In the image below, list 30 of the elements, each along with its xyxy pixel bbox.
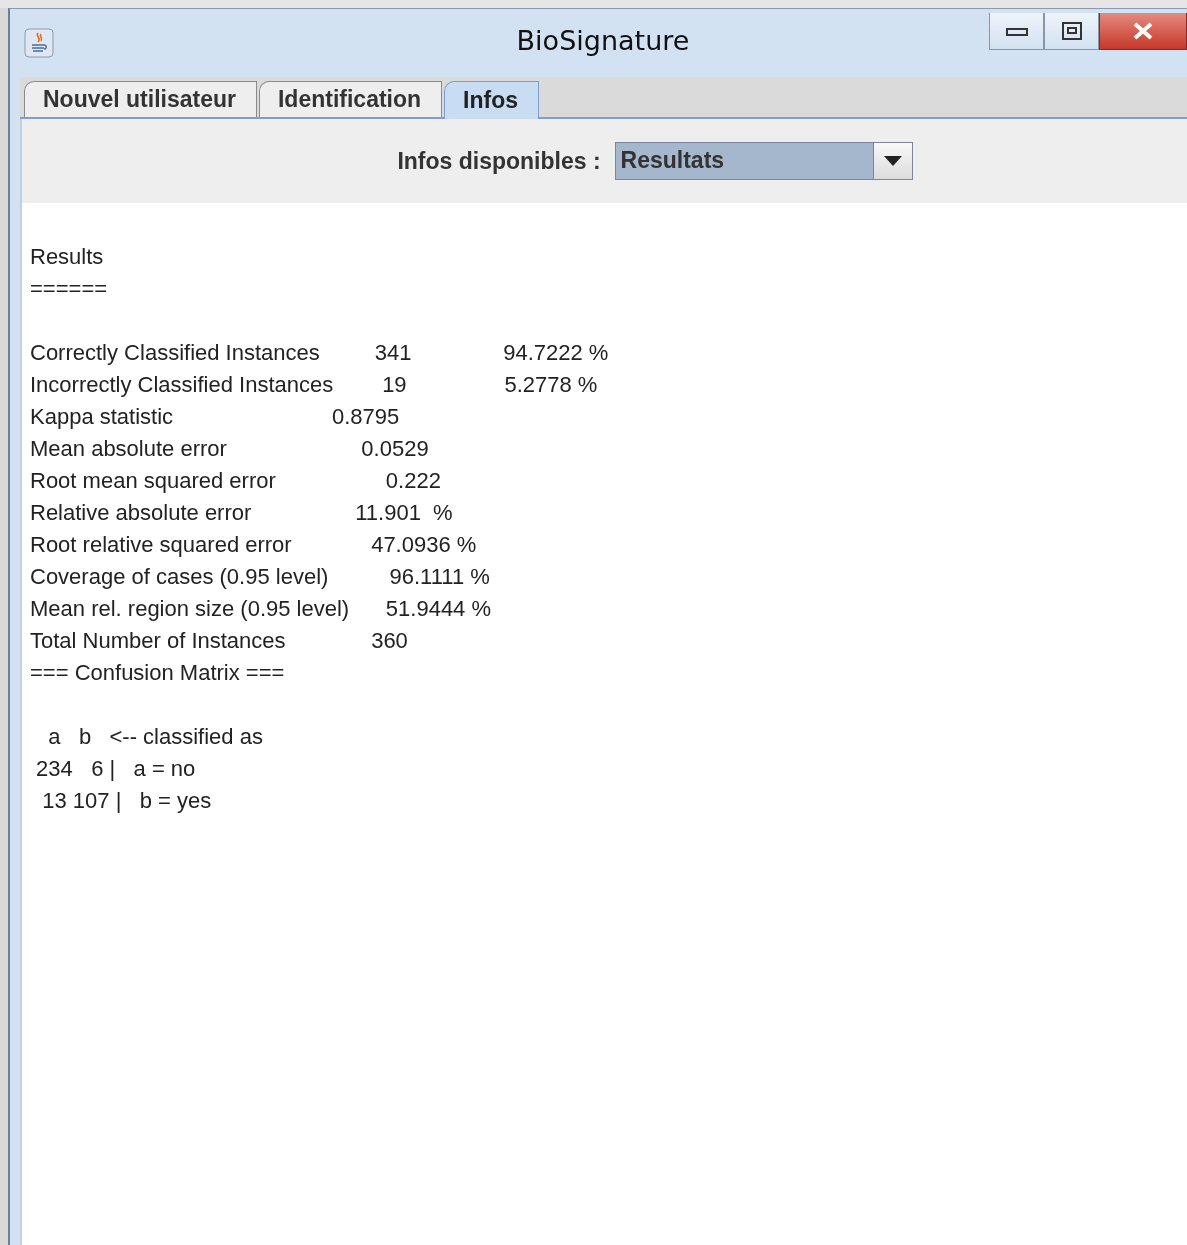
results-line: Correctly Classified Instances 341 94.7222 %: [30, 339, 609, 367]
results-line: Results: [30, 243, 104, 271]
results-line: Kappa statistic 0.8795: [30, 403, 400, 431]
results-line: 13 107 | b = yes: [41, 787, 212, 815]
results-line: 234 6 | a = no: [35, 755, 196, 783]
results-line: Relative absolute error 11.901 %: [30, 499, 453, 527]
minimize-button[interactable]: [989, 13, 1044, 50]
tab[interactable]: Infos: [444, 81, 540, 119]
results-line: Root relative squared error 47.0936 %: [30, 531, 477, 559]
results-line: Total Number of Instances 360: [30, 627, 408, 655]
maximize-icon: [1061, 22, 1082, 40]
results-line: Coverage of cases (0.95 level) 96.1111 %: [30, 563, 490, 591]
results-line: Mean rel. region size (0.95 level) 51.9444 %: [30, 595, 492, 623]
close-button[interactable]: [1099, 13, 1187, 50]
coffee-cup-icon: [24, 28, 54, 58]
close-icon: [1132, 22, 1154, 40]
results-line: a b <-- classified as: [47, 723, 263, 751]
results-line: === Confusion Matrix ===: [30, 659, 285, 687]
tab[interactable]: Identification: [259, 81, 443, 117]
results-line: ======: [30, 275, 108, 303]
results-line: Root mean squared error 0.222: [30, 467, 441, 495]
maximize-button[interactable]: [1044, 13, 1099, 50]
results-line: Incorrectly Classified Instances 19 5.2778 %: [30, 371, 598, 399]
minimize-icon: [1005, 25, 1028, 37]
info-dropdown[interactable]: Resultats: [614, 142, 913, 180]
results-line: Mean absolute error 0.0529: [30, 435, 429, 463]
selector-label: Infos disponibles :: [397, 147, 601, 175]
tab[interactable]: Nouvel utilisateur: [24, 81, 257, 117]
dropdown-arrow-icon: [883, 156, 902, 166]
window-title: BioSignature: [516, 25, 690, 56]
